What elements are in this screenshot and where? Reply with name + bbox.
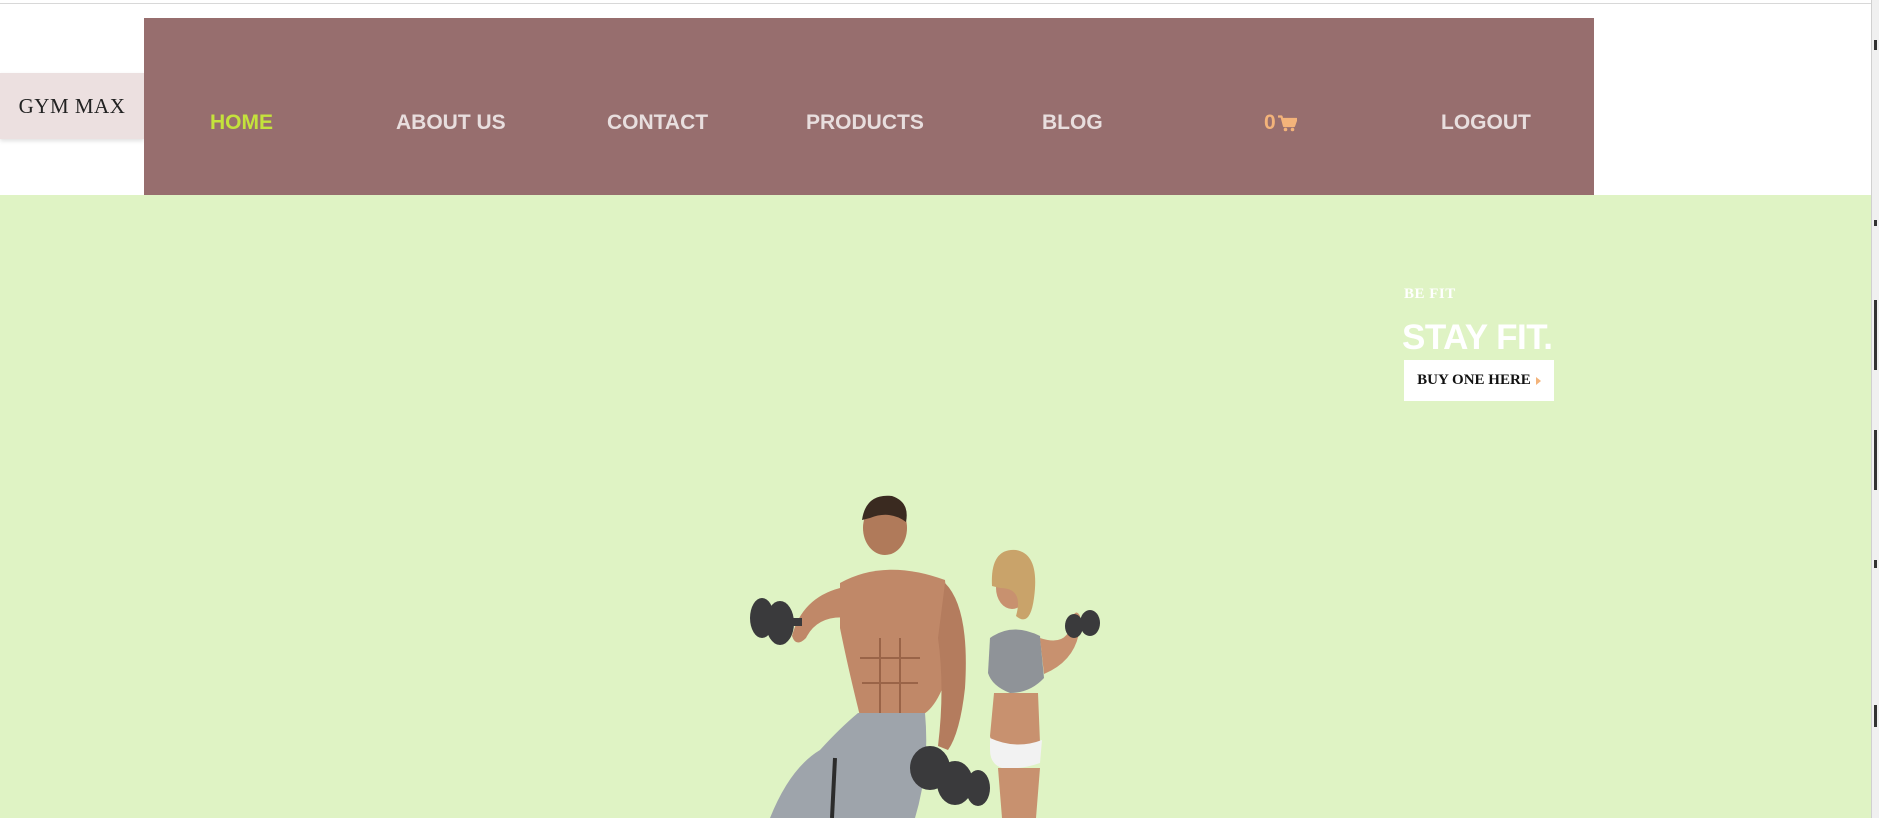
nav-home[interactable]: HOME [210,111,273,135]
nav-logout[interactable]: LOGOUT [1441,111,1531,135]
logo[interactable]: GYM MAX [0,73,144,139]
cta-label: BUY ONE HERE [1417,372,1531,388]
nav-blog[interactable]: BLOG [1042,111,1103,135]
hero-title: STAY FIT. [1402,318,1553,357]
man-figure [750,495,990,818]
top-divider [0,3,1872,4]
hero-kicker: BE FIT [1404,286,1456,302]
nav-contact[interactable]: CONTACT [607,111,708,135]
nav-products[interactable]: PRODUCTS [806,111,924,135]
main-navbar: HOME ABOUT US CONTACT PRODUCTS BLOG 0 LO… [144,18,1594,195]
chevron-right-icon [1535,376,1541,385]
cart-icon [1277,114,1297,132]
hero-fitness-image [750,495,1100,818]
cart-count: 0 [1264,111,1276,134]
buy-one-here-button[interactable]: BUY ONE HERE [1404,360,1554,401]
page: GYM MAX HOME ABOUT US CONTACT PRODUCTS B… [0,0,1879,818]
scrollbar-strip[interactable] [1871,0,1879,818]
nav-about-us[interactable]: ABOUT US [396,111,506,135]
woman-figure [988,549,1100,818]
logo-text: GYM MAX [18,93,126,118]
nav-cart[interactable]: 0 [1264,111,1297,135]
